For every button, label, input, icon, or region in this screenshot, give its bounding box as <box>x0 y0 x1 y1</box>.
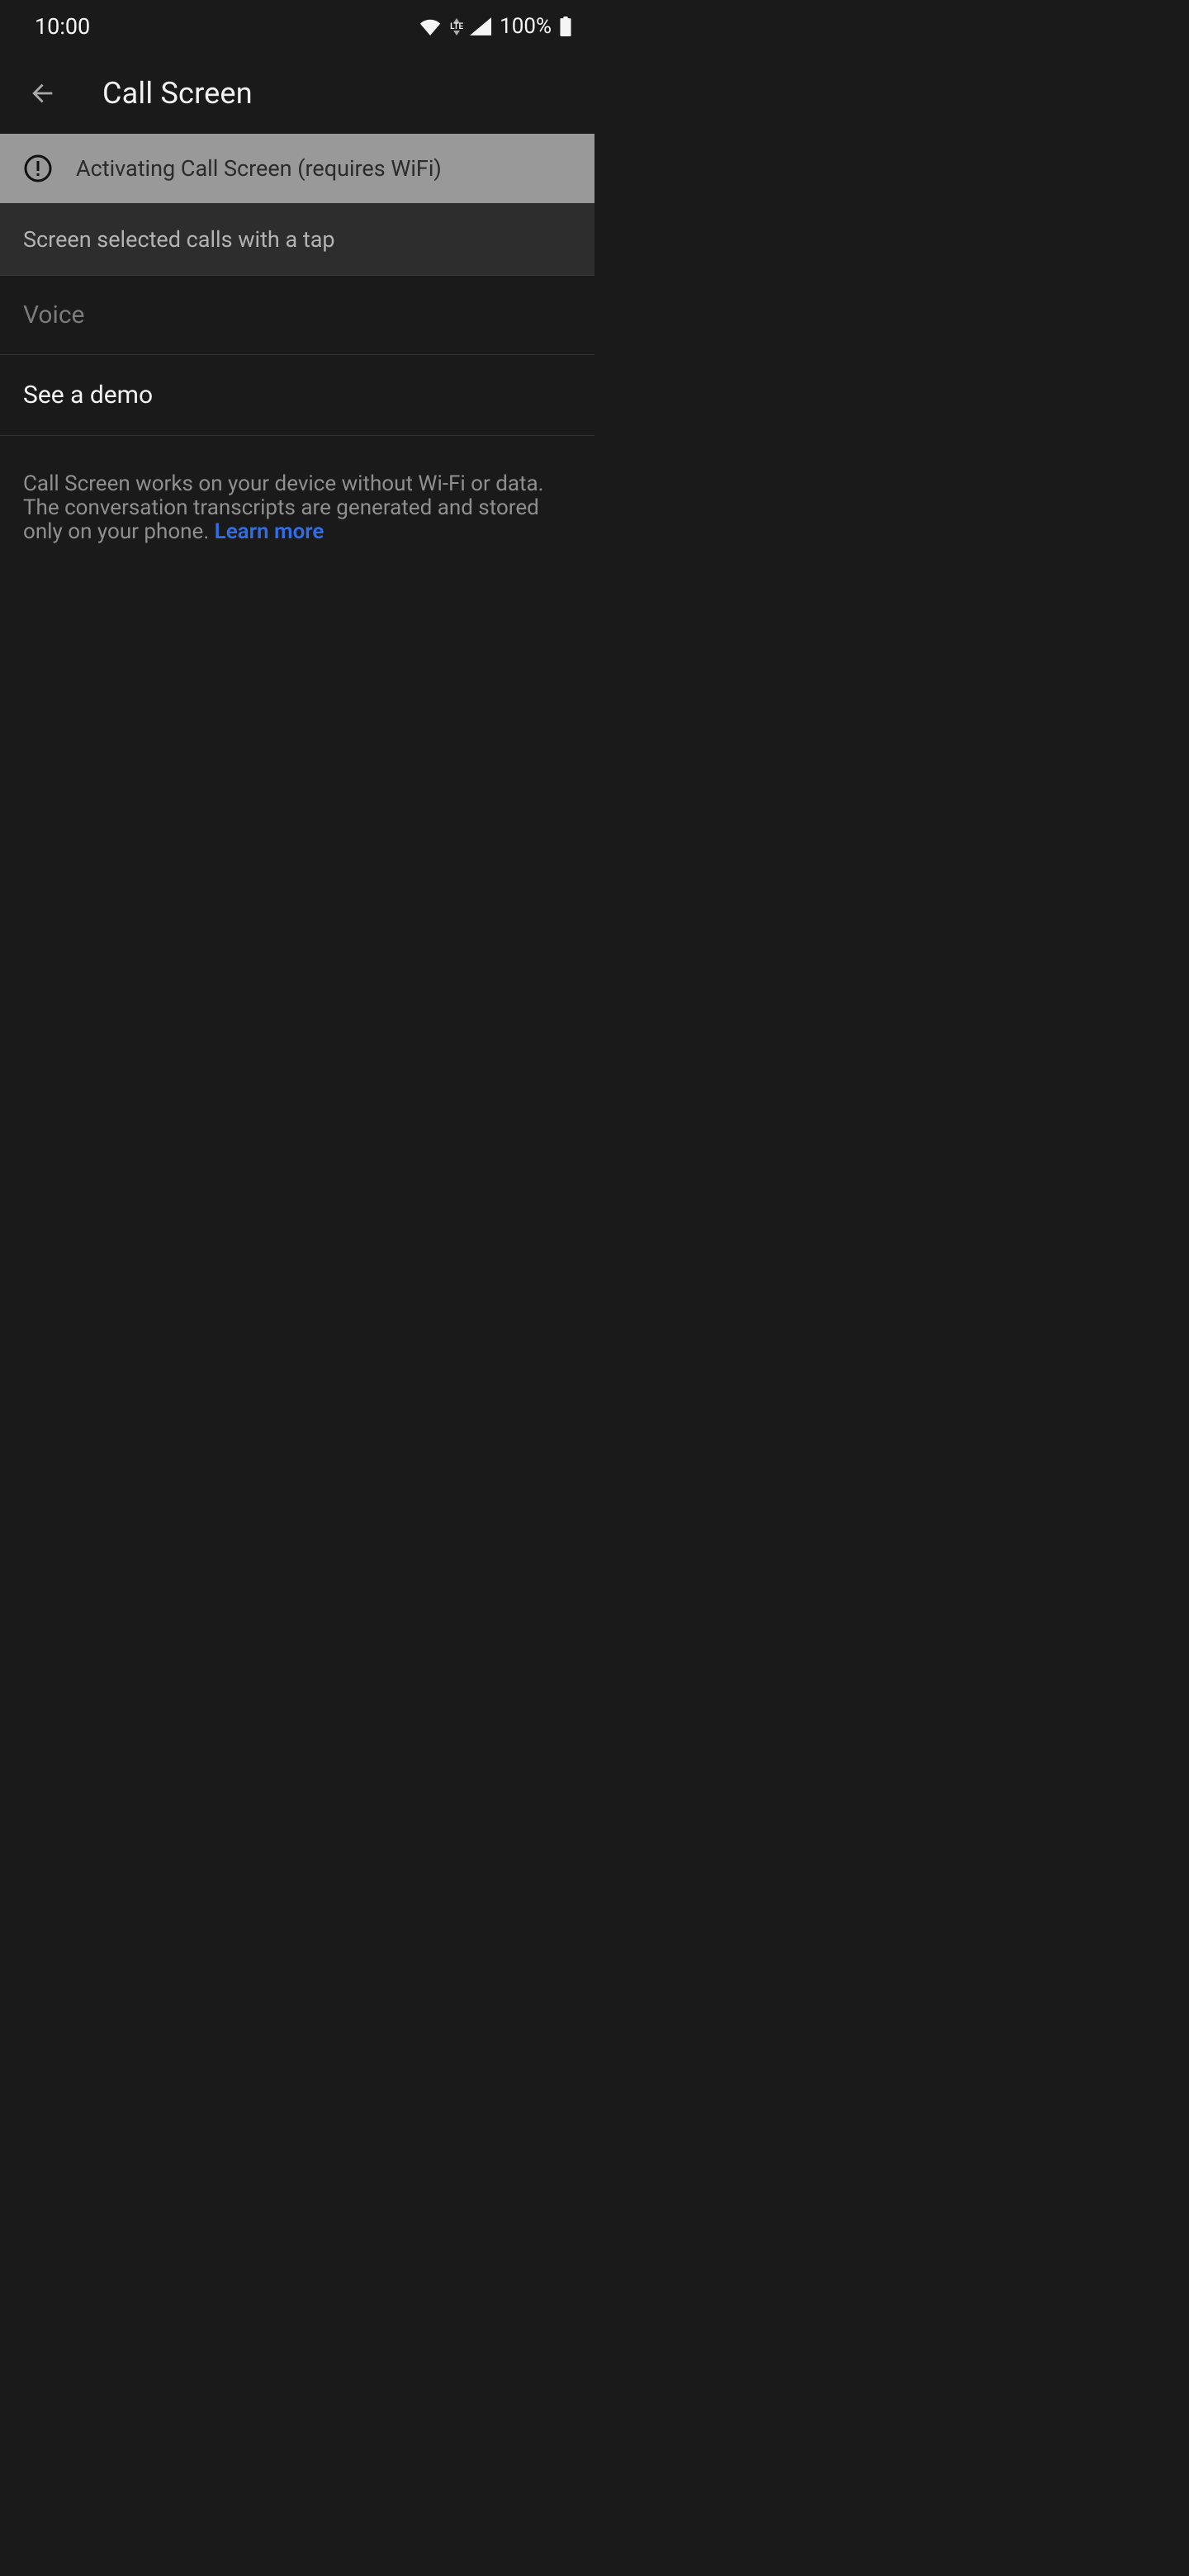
back-button[interactable] <box>23 73 63 113</box>
page-title: Call Screen <box>102 76 253 111</box>
cell-signal-icon <box>470 17 491 36</box>
alert-circle-icon <box>23 154 53 183</box>
lte-updown-icon: LTE <box>450 18 463 36</box>
status-icons: LTE 100% <box>419 14 571 39</box>
activating-banner: Activating Call Screen (requires WiFi) <box>0 134 594 203</box>
voice-row: Voice <box>0 276 594 355</box>
wifi-icon <box>419 17 442 36</box>
section-subtitle-strip: Screen selected calls with a tap <box>0 203 594 276</box>
see-a-demo-row[interactable]: See a demo <box>0 355 594 436</box>
voice-label: Voice <box>23 301 84 329</box>
battery-percent: 100% <box>500 14 552 39</box>
status-time: 10:00 <box>35 13 90 40</box>
battery-icon <box>560 17 571 36</box>
learn-more-link[interactable]: Learn more <box>215 519 324 544</box>
see-a-demo-label: See a demo <box>23 381 153 410</box>
section-subtitle: Screen selected calls with a tap <box>23 226 335 253</box>
lte-label: LTE <box>450 23 463 31</box>
app-bar: Call Screen <box>0 53 594 134</box>
status-bar: 10:00 LTE 100% <box>0 0 594 53</box>
footer-description: Call Screen works on your device without… <box>0 436 594 544</box>
banner-message: Activating Call Screen (requires WiFi) <box>76 155 442 182</box>
